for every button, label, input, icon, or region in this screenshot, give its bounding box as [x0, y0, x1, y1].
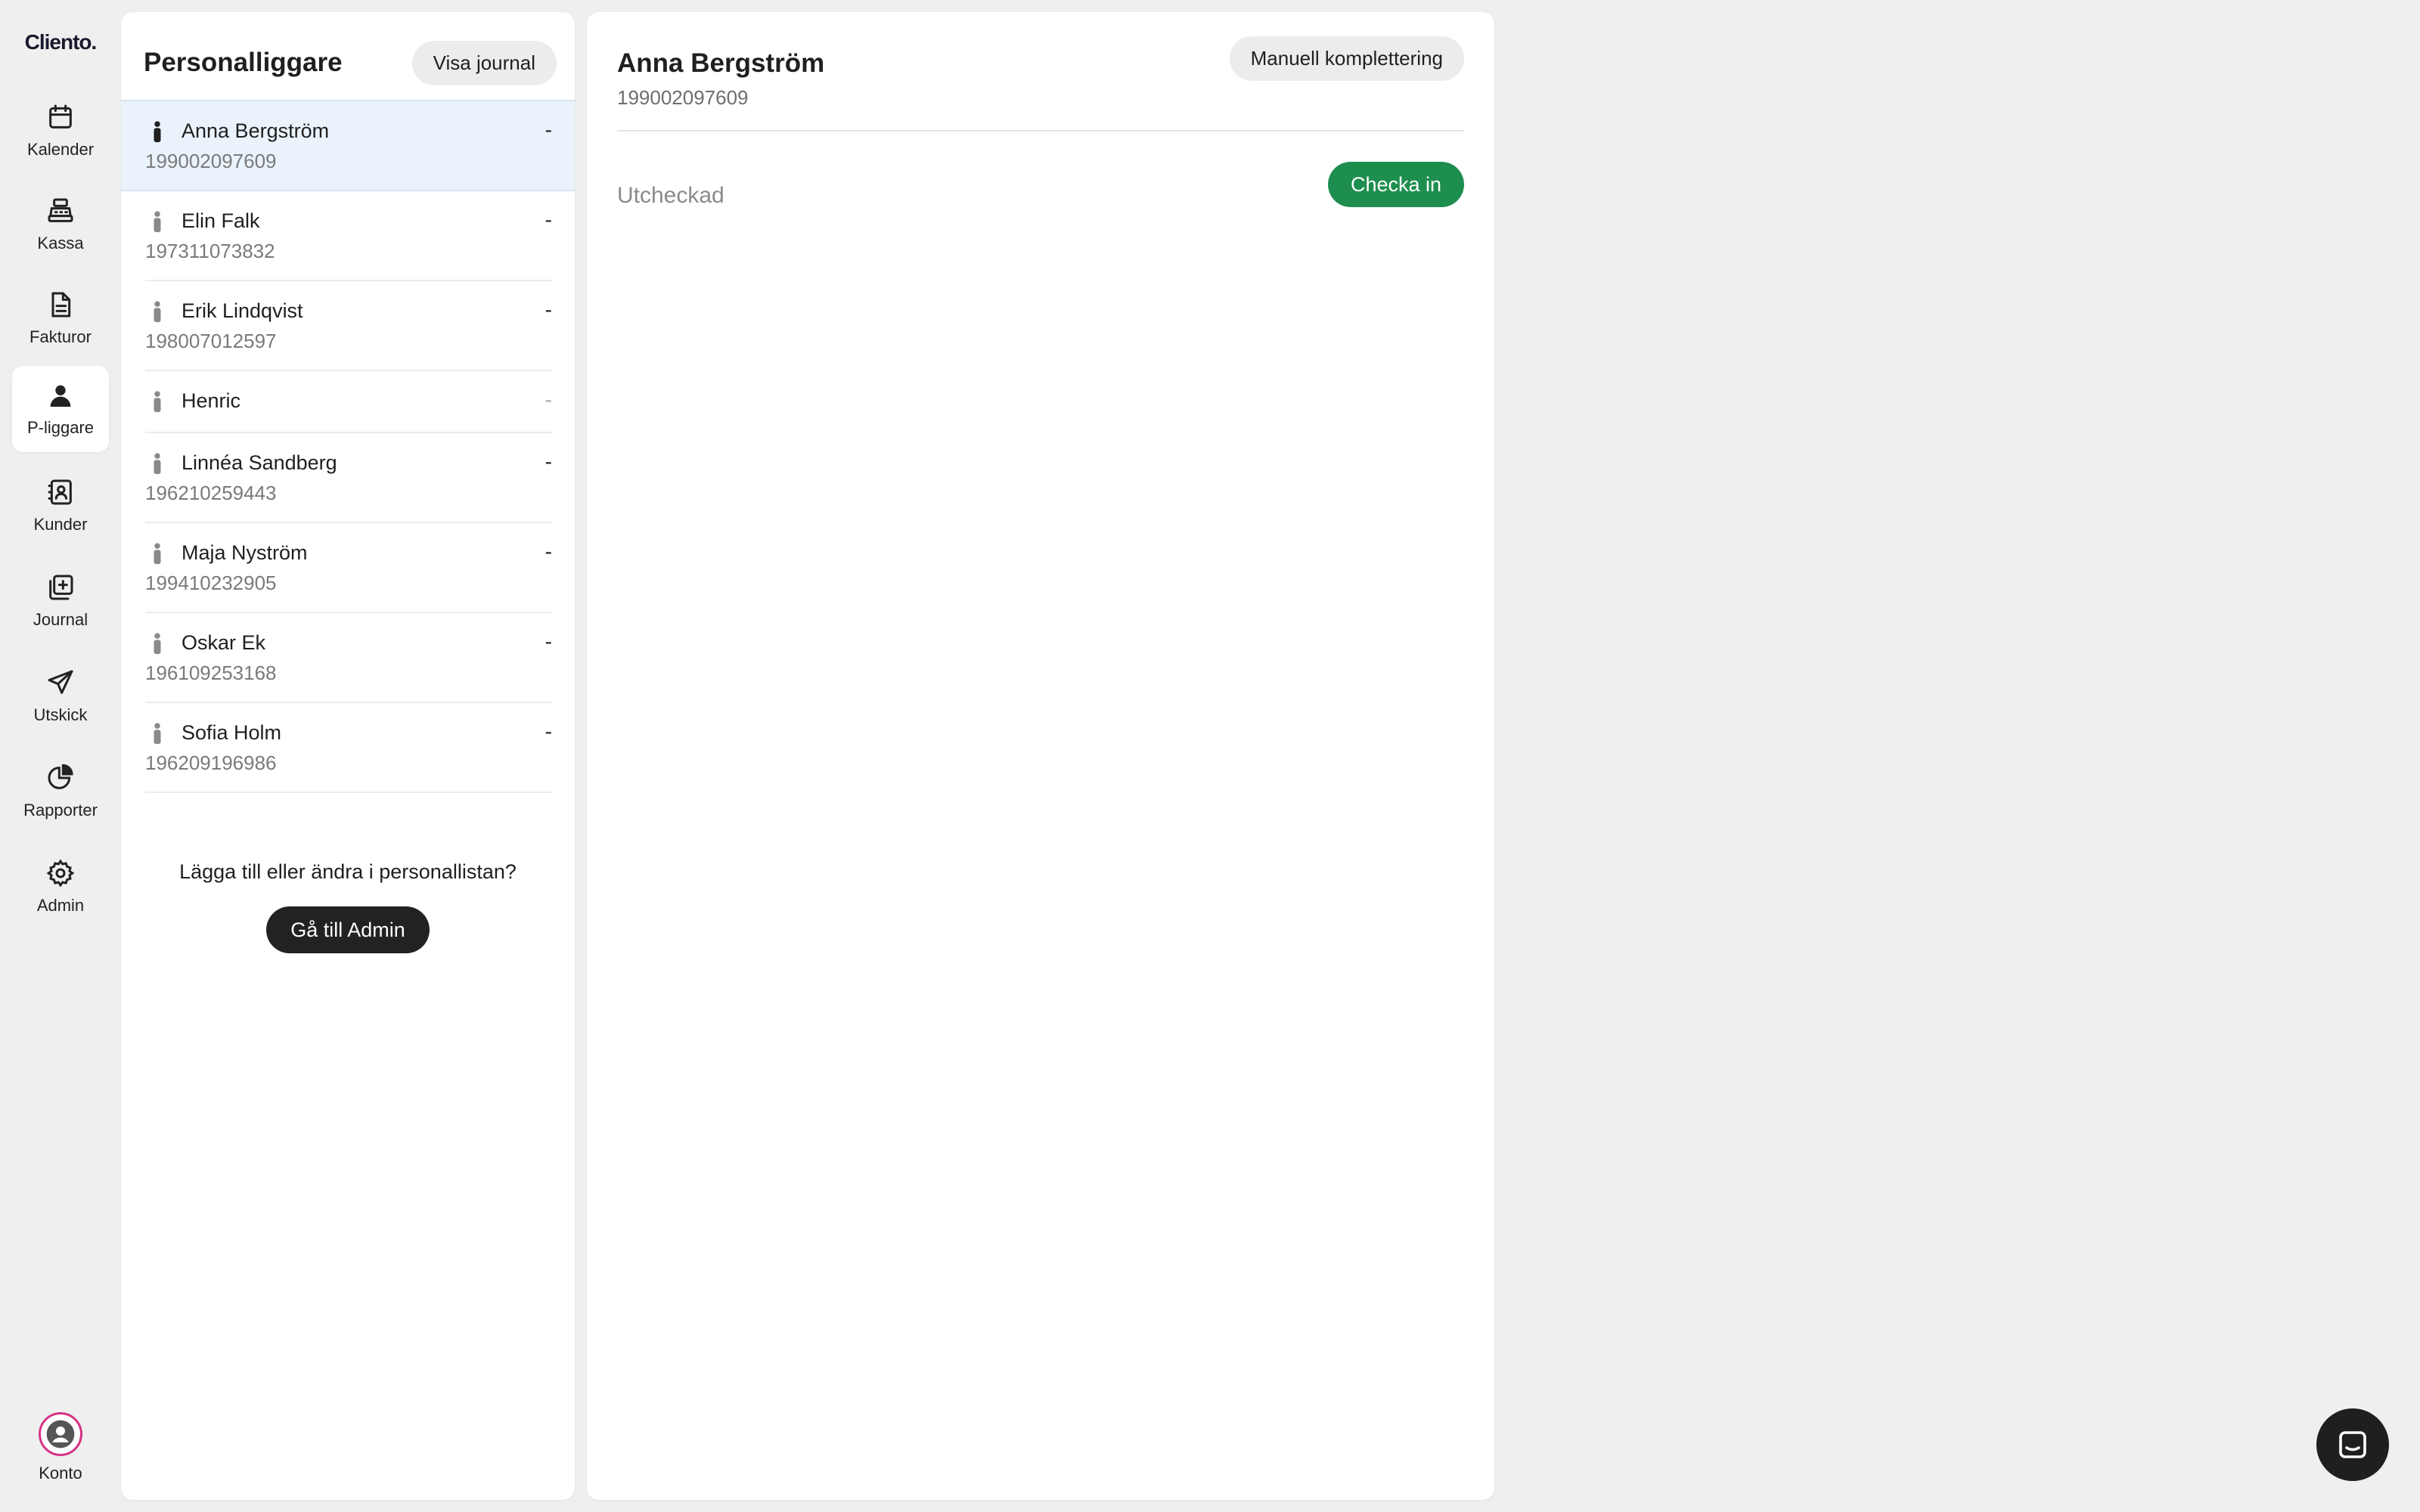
list-header: Personalliggare Visa journal [144, 29, 557, 97]
app-logo[interactable]: Cliento. [0, 30, 121, 54]
staff-row[interactable]: Elin Falk 197311073832 - [145, 191, 552, 281]
nav-item-utskick[interactable]: Utskick [12, 653, 109, 739]
nav-item-p-liggare[interactable]: P-liggare [12, 366, 109, 452]
person-standing-icon [154, 543, 161, 565]
staff-row[interactable]: Maja Nyström 199410232905 - [145, 523, 552, 613]
staff-name: Henric [182, 389, 241, 412]
divider [617, 130, 1464, 132]
staff-status: - [544, 118, 552, 141]
staff-id: 197311073832 [145, 240, 275, 262]
staff-id: 199002097609 [145, 150, 277, 172]
journal-add-icon [49, 575, 73, 600]
nav-item-journal[interactable]: Journal [12, 558, 109, 644]
staff-name: Linnéa Sandberg [182, 451, 337, 474]
nav-label: Kassa [37, 234, 84, 253]
staff-row[interactable]: Oskar Ek 196109253168 - [145, 613, 552, 703]
staff-name: Erik Lindqvist [182, 299, 303, 322]
nav-item-rapporter[interactable]: Rapporter [12, 748, 109, 835]
main-nav: Cliento. Kalender Kassa Fakturor P-ligga… [0, 0, 121, 1512]
pie-chart-icon [48, 764, 73, 789]
staff-status: - [544, 298, 552, 321]
staff-status: - [544, 388, 552, 411]
cash-register-icon [48, 198, 73, 222]
checkin-status: Utcheckad [617, 183, 724, 208]
person-standing-icon [154, 391, 161, 413]
nav-label: Journal [33, 610, 88, 629]
staff-status: - [544, 540, 552, 563]
staff-name: Oskar Ek [182, 631, 266, 654]
send-icon [48, 670, 73, 694]
person-standing-icon [154, 211, 161, 233]
staff-id: 196209196986 [145, 751, 277, 774]
admin-prompt-text: Lägga till eller ändra i personallistan? [179, 860, 517, 883]
nav-item-kassa[interactable]: Kassa [12, 181, 109, 268]
staff-row[interactable]: Linnéa Sandberg 196210259443 - [145, 433, 552, 523]
manual-completion-button[interactable]: Manuell komplettering [1229, 36, 1464, 81]
nav-label: P-liggare [26, 418, 95, 437]
nav-item-kunder[interactable]: Kunder [12, 463, 109, 549]
person-standing-icon [154, 633, 161, 655]
staff-name: Elin Falk [182, 209, 260, 232]
person-standing-icon [154, 453, 161, 475]
person-standing-icon [154, 121, 161, 143]
show-journal-button[interactable]: Visa journal [411, 40, 557, 85]
chat-launcher-button[interactable] [2316, 1408, 2389, 1481]
go-to-admin-button[interactable]: Gå till Admin [266, 906, 430, 953]
staff-status: - [544, 630, 552, 653]
staff-row[interactable]: Sofia Holm 196209196986 - [145, 703, 552, 793]
nav-label: Kunder [33, 515, 88, 534]
person-icon [50, 385, 71, 407]
nav-label: Utskick [33, 705, 88, 724]
nav-item-kalender[interactable]: Kalender [12, 88, 109, 174]
staff-status: - [544, 720, 552, 743]
nav-label: Kalender [26, 140, 95, 159]
document-icon [51, 292, 71, 318]
nav-item-admin[interactable]: Admin [12, 844, 109, 930]
staff-status: - [544, 450, 552, 473]
gear-icon [46, 859, 75, 888]
person-standing-icon [154, 301, 161, 323]
account-icon [39, 1412, 82, 1456]
staff-status: - [544, 208, 552, 231]
page-title: Personalliggare [144, 48, 343, 77]
nav-label: Konto [39, 1464, 82, 1483]
staff-list: Anna Bergström 199002097609 - Elin Falk … [121, 100, 575, 793]
detail-staff-id: 199002097609 [617, 86, 749, 109]
staff-name: Anna Bergström [182, 119, 330, 142]
staff-name: Sofia Holm [182, 721, 282, 744]
staff-row[interactable]: Erik Lindqvist 198007012597 - [145, 281, 552, 371]
staff-name: Maja Nyström [182, 541, 308, 564]
staff-id: 198007012597 [145, 330, 277, 352]
nav-label: Fakturor [29, 327, 92, 346]
calendar-icon [49, 104, 72, 129]
nav-label: Admin [36, 896, 85, 915]
nav-label: Rapporter [23, 801, 98, 820]
contact-card-icon [48, 479, 72, 505]
person-standing-icon [154, 723, 161, 745]
staff-row[interactable]: Anna Bergström 199002097609 - [121, 100, 575, 191]
chat-icon [2339, 1431, 2366, 1458]
staff-id: 196109253168 [145, 662, 277, 684]
nav-item-fakturor[interactable]: Fakturor [12, 275, 109, 361]
staff-list-panel: Personalliggare Visa journal Anna Bergst… [121, 12, 575, 1500]
staff-id: 196210259443 [145, 482, 277, 504]
staff-detail-panel: Anna Bergström 199002097609 Manuell komp… [587, 12, 1494, 1500]
account-button[interactable]: Konto [12, 1406, 109, 1489]
staff-id: 199410232905 [145, 572, 277, 594]
detail-staff-name: Anna Bergström [617, 48, 825, 78]
check-in-button[interactable]: Checka in [1328, 162, 1464, 207]
staff-row[interactable]: Henric - [145, 371, 552, 433]
